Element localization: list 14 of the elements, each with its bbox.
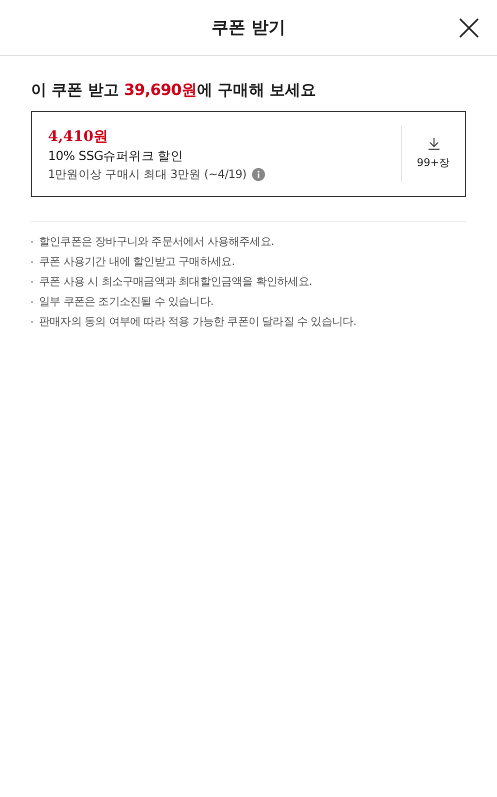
headline: 이 쿠폰 받고 39,690원에 구매해 보세요 bbox=[31, 80, 318, 101]
notice-item: 할인쿠폰은 장바구니와 주문서에서 사용해주세요. bbox=[31, 234, 466, 249]
info-icon[interactable] bbox=[252, 168, 264, 180]
download-button[interactable]: 99+장 bbox=[401, 126, 465, 182]
coupon-condition: 1만원이상 구매시 최대 3만원 (~4/19) bbox=[48, 166, 246, 182]
notice-item: 쿠폰 사용기간 내에 할인받고 구매하세요. bbox=[31, 254, 466, 269]
close-button[interactable] bbox=[458, 17, 480, 39]
coupon-amount: 4,410원 bbox=[48, 126, 110, 146]
coupon-name: 10% SSG슈퍼위크 할인 bbox=[48, 148, 184, 164]
notice-item: 쿠폰 사용 시 최소구매금액과 최대할인금액을 확인하세요. bbox=[31, 274, 466, 289]
notice-item: 일부 쿠폰은 조기소진될 수 있습니다. bbox=[31, 294, 466, 309]
download-icon bbox=[428, 138, 440, 150]
dialog-title: 쿠폰 받기 bbox=[212, 17, 286, 39]
notice-item: 판매자의 동의 여부에 따라 적용 가능한 쿠폰이 달라질 수 있습니다. bbox=[31, 314, 466, 329]
